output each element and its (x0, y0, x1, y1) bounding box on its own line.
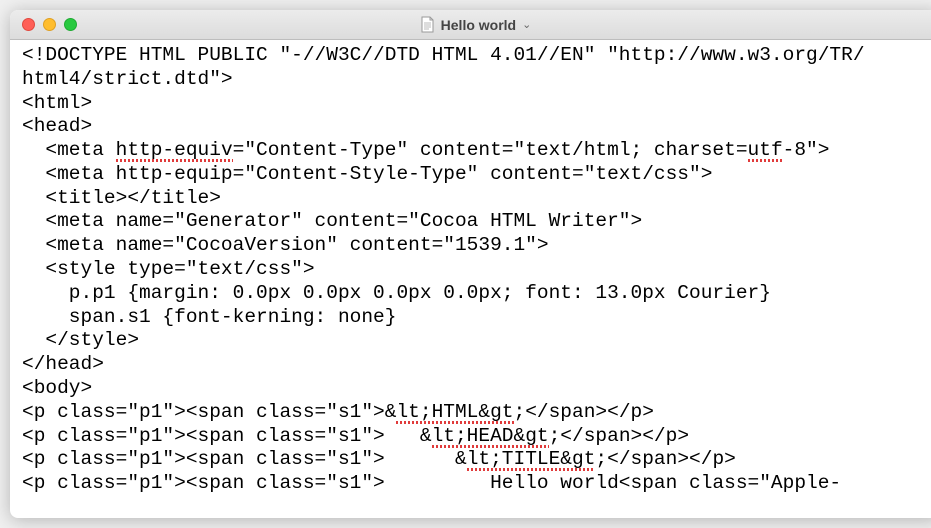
code-text: <title></title> (22, 187, 221, 209)
code-line[interactable]: <p class="p1"><span class="s1"> &lt;TITL… (22, 448, 929, 472)
code-line[interactable]: <!DOCTYPE HTML PUBLIC "-//W3C//DTD HTML … (22, 44, 929, 68)
code-line[interactable]: p.p1 {margin: 0.0px 0.0px 0.0px 0.0px; f… (22, 282, 929, 306)
editor-window: Hello world ⌄ <!DOCTYPE HTML PUBLIC "-//… (10, 10, 931, 518)
code-text: <meta name="CocoaVersion" content="1539.… (22, 234, 549, 256)
code-text: <html> (22, 92, 92, 114)
spellcheck-underline[interactable]: http-equiv (116, 139, 233, 161)
code-line[interactable]: html4/strict.dtd"> (22, 68, 929, 92)
minimize-button[interactable] (43, 18, 56, 31)
code-line[interactable]: <meta name="Generator" content="Cocoa HT… (22, 210, 929, 234)
code-line[interactable]: <style type="text/css"> (22, 258, 929, 282)
code-line[interactable]: <p class="p1"><span class="s1">&lt;HTML&… (22, 401, 929, 425)
code-text: ;</span></p> (549, 425, 689, 447)
spellcheck-underline[interactable]: utf (748, 139, 783, 161)
code-text: ;</span></p> (595, 448, 735, 470)
code-line[interactable]: <p class="p1"><span class="s1"> &lt;HEAD… (22, 425, 929, 449)
code-line[interactable]: <head> (22, 115, 929, 139)
code-text: span.s1 {font-kerning: none} (22, 306, 396, 328)
code-text: <meta http-equip="Content-Style-Type" co… (22, 163, 712, 185)
maximize-button[interactable] (64, 18, 77, 31)
code-line[interactable]: <p class="p1"><span class="s1"> Hello wo… (22, 472, 929, 496)
code-line[interactable]: </head> (22, 353, 929, 377)
code-text: p.p1 {margin: 0.0px 0.0px 0.0px 0.0px; f… (22, 282, 771, 304)
title-container: Hello world ⌄ (10, 16, 931, 33)
code-line[interactable]: <html> (22, 92, 929, 116)
code-text: <p class="p1"><span class="s1">& (22, 401, 396, 423)
code-text: -8"> (783, 139, 830, 161)
code-line[interactable]: <body> (22, 377, 929, 401)
spellcheck-underline[interactable]: lt;HEAD&gt (432, 425, 549, 447)
code-text: <style type="text/css"> (22, 258, 315, 280)
document-icon (420, 16, 435, 33)
code-text: <p class="p1"><span class="s1"> & (22, 425, 432, 447)
code-text: <!DOCTYPE HTML PUBLIC "-//W3C//DTD HTML … (22, 44, 865, 66)
code-text: <p class="p1"><span class="s1"> & (22, 448, 467, 470)
titlebar[interactable]: Hello world ⌄ (10, 10, 931, 40)
document-title: Hello world (441, 17, 516, 33)
code-text: <p class="p1"><span class="s1"> Hello wo… (22, 472, 841, 494)
traffic-lights (10, 18, 77, 31)
code-line[interactable]: </style> (22, 329, 929, 353)
code-line[interactable]: <meta name="CocoaVersion" content="1539.… (22, 234, 929, 258)
code-text: </style> (22, 329, 139, 351)
code-text: html4/strict.dtd"> (22, 68, 233, 90)
code-line[interactable]: <meta http-equiv="Content-Type" content=… (22, 139, 929, 163)
code-text: <meta name="Generator" content="Cocoa HT… (22, 210, 642, 232)
code-line[interactable]: <title></title> (22, 187, 929, 211)
code-line[interactable]: span.s1 {font-kerning: none} (22, 306, 929, 330)
close-button[interactable] (22, 18, 35, 31)
code-text: ;</span></p> (514, 401, 654, 423)
code-text: ="Content-Type" content="text/html; char… (233, 139, 748, 161)
code-text: <meta (22, 139, 116, 161)
code-text: </head> (22, 353, 104, 375)
spellcheck-underline[interactable]: lt;HTML&gt (396, 401, 513, 423)
code-text: <body> (22, 377, 92, 399)
code-line[interactable]: <meta http-equip="Content-Style-Type" co… (22, 163, 929, 187)
text-editor-content[interactable]: <!DOCTYPE HTML PUBLIC "-//W3C//DTD HTML … (10, 40, 931, 518)
code-text: <head> (22, 115, 92, 137)
spellcheck-underline[interactable]: lt;TITLE&gt (467, 448, 596, 470)
chevron-down-icon[interactable]: ⌄ (522, 18, 531, 31)
